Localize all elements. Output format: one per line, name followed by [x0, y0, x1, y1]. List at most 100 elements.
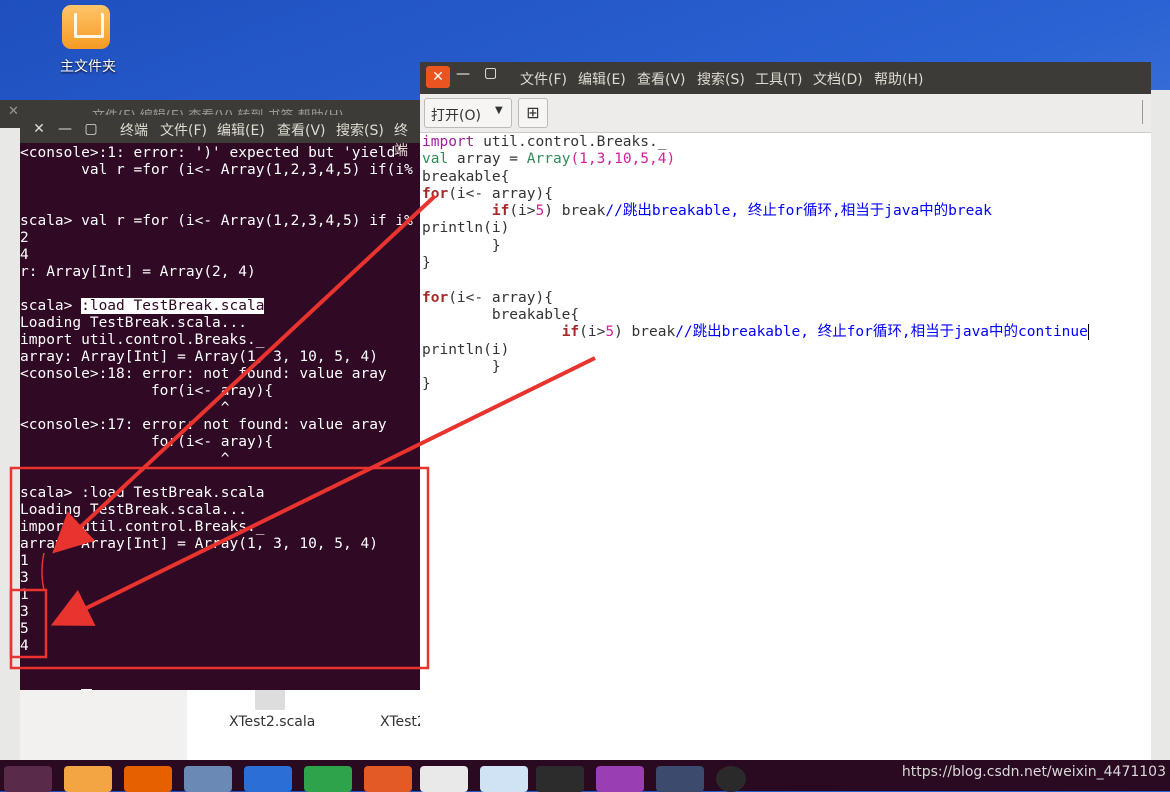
- terminal-line: scala> :load TestBreak.scala: [20, 298, 420, 315]
- terminal-line: 4: [20, 247, 420, 264]
- terminal-line: Loading TestBreak.scala...: [20, 502, 420, 519]
- file-list: XTest2.scala XTest2: [187, 680, 426, 760]
- store-icon[interactable]: [480, 766, 528, 792]
- menu-documents[interactable]: 文档(D): [813, 69, 863, 89]
- terminal-cursor: [81, 689, 93, 690]
- terminal-line: 1: [20, 553, 420, 570]
- gedit-titlebar: ✕ — ▢ 文件(F) 编辑(E) 查看(V) 搜索(S) 工具(T) 文档(D…: [420, 62, 1151, 94]
- menu-search[interactable]: 搜索(S): [336, 120, 384, 140]
- terminal-text: <console>:18: error: not found: value ar…: [20, 366, 387, 382]
- editor-icon[interactable]: [596, 766, 644, 792]
- menu-edit[interactable]: 编辑(E): [578, 69, 626, 89]
- close-icon[interactable]: ✕: [426, 66, 450, 88]
- terminal-text: for(i<- aray){: [20, 383, 274, 399]
- terminal-text: Loading TestBreak.scala...: [20, 315, 247, 331]
- terminal-text: val r =for (i<- Array(1,2,3,4,5) if(i%: [20, 162, 413, 178]
- terminal-title: 终端: [120, 123, 148, 139]
- watermark: https://blog.csdn.net/weixin_4471103: [901, 764, 1166, 780]
- terminal-icon[interactable]: [536, 766, 584, 792]
- terminal-text: scala> :load TestBreak.scala: [20, 485, 265, 501]
- menu-file[interactable]: 文件(F): [160, 120, 207, 140]
- terminal-text: for(i<- aray){: [20, 434, 274, 450]
- terminal-text: 3: [20, 570, 29, 586]
- menu-view[interactable]: 查看(V): [637, 69, 686, 89]
- chevron-down-icon: ▼: [495, 105, 503, 116]
- terminal-text: 1: [20, 553, 29, 569]
- terminal-line: <console>:17: error: not found: value ar…: [20, 417, 420, 434]
- close-icon[interactable]: ✕: [8, 104, 19, 119]
- terminal-text: Loading TestBreak.scala...: [20, 502, 247, 518]
- menu-view[interactable]: 查看(V): [277, 120, 326, 140]
- terminal-text: array: Array[Int] = Array(1, 3, 10, 5, 4…: [20, 349, 378, 365]
- terminal-line: for(i<- aray){: [20, 434, 420, 451]
- terminal-text: import util.control.Breaks._: [20, 519, 265, 535]
- menu-search[interactable]: 搜索(S): [697, 69, 745, 89]
- terminal-text: import util.control.Breaks._: [20, 332, 265, 348]
- terminal-text: r: Array[Int] = Array(2, 4): [20, 264, 256, 280]
- minimize-icon[interactable]: —: [456, 66, 470, 82]
- terminal-line: 3: [20, 570, 420, 587]
- home-folder-label[interactable]: 主文件夹: [48, 56, 128, 76]
- terminal-line: r: Array[Int] = Array(2, 4): [20, 264, 420, 281]
- gedit-toolbar: 打开(O) ▼ ⊞: [420, 94, 1151, 133]
- terminal-window: ✕ — ▢ 终端 文件(F) 编辑(E) 查看(V) 搜索(S) 终端 <con…: [20, 115, 420, 690]
- terminal-line: Loading TestBreak.scala...: [20, 315, 420, 332]
- disc-icon[interactable]: [716, 766, 746, 792]
- home-folder-icon[interactable]: [62, 5, 110, 49]
- terminal-titlebar: ✕ — ▢ 终端 文件(F) 编辑(E) 查看(V) 搜索(S) 终端: [20, 115, 420, 159]
- terminal-line: 1: [20, 587, 420, 604]
- bag-icon[interactable]: [420, 766, 468, 792]
- terminal-line: for(i<- aray){: [20, 383, 420, 400]
- terminal-text: 1: [20, 587, 29, 603]
- terminal-line: 5: [20, 621, 420, 638]
- minimize-icon[interactable]: —: [54, 118, 76, 140]
- file-item[interactable]: XTest2.scala: [229, 714, 315, 730]
- menu-tools[interactable]: 工具(T): [755, 69, 802, 89]
- menu-file[interactable]: 文件(F): [520, 69, 567, 89]
- open-button[interactable]: 打开(O) ▼: [424, 98, 512, 128]
- terminal-line: 2: [20, 230, 420, 247]
- new-tab-icon[interactable]: ⊞: [518, 98, 548, 128]
- terminal-line: array: Array[Int] = Array(1, 3, 10, 5, 4…: [20, 536, 420, 553]
- terminal-text: 3: [20, 604, 29, 620]
- terminal-line: scala>: [20, 689, 420, 690]
- menu-help[interactable]: 帮助(H): [874, 69, 923, 89]
- terminal-line: <console>:1: error: ')' expected but 'yi…: [20, 145, 420, 162]
- terminal-text: array: Array[Int] = Array(1, 3, 10, 5, 4…: [20, 536, 378, 552]
- terminal-text: 5: [20, 621, 29, 637]
- terminal-line: scala> val r =for (i<- Array(1,2,3,4,5) …: [20, 213, 420, 230]
- writer-icon[interactable]: [244, 766, 292, 792]
- close-icon[interactable]: ✕: [28, 118, 50, 140]
- ubuntu-icon[interactable]: [4, 766, 52, 792]
- code-editor[interactable]: import util.control.Breaks._ val array =…: [422, 134, 1147, 393]
- terminal-text: 4: [20, 247, 29, 263]
- firefox-icon[interactable]: [124, 766, 172, 792]
- terminal-text: ^: [20, 400, 230, 416]
- window-icon[interactable]: [656, 766, 704, 792]
- search-icon[interactable]: [184, 766, 232, 792]
- menu-edit[interactable]: 编辑(E): [217, 120, 265, 140]
- files-icon[interactable]: [64, 766, 112, 792]
- gedit-window: ✕ — ▢ 文件(F) 编辑(E) 查看(V) 搜索(S) 工具(T) 文档(D…: [420, 62, 1151, 760]
- spreadsheet-icon[interactable]: [304, 766, 352, 792]
- terminal-line: 3: [20, 604, 420, 621]
- terminal-line: import util.control.Breaks._: [20, 332, 420, 349]
- maximize-icon[interactable]: ▢: [80, 118, 102, 140]
- terminal-text: ^: [20, 451, 230, 467]
- maximize-icon[interactable]: ▢: [484, 65, 497, 81]
- terminal-output[interactable]: <console>:1: error: ')' expected but 'yi…: [20, 145, 420, 690]
- file-item[interactable]: XTest2: [380, 714, 426, 730]
- terminal-text: <console>:17: error: not found: value ar…: [20, 417, 387, 433]
- side-panel: [1151, 90, 1170, 760]
- presentation-icon[interactable]: [364, 766, 412, 792]
- selected-command: :load TestBreak.scala: [81, 298, 265, 314]
- terminal-line: ^: [20, 400, 420, 417]
- file-manager-sidebar: [0, 128, 20, 760]
- terminal-line: import util.control.Breaks._: [20, 519, 420, 536]
